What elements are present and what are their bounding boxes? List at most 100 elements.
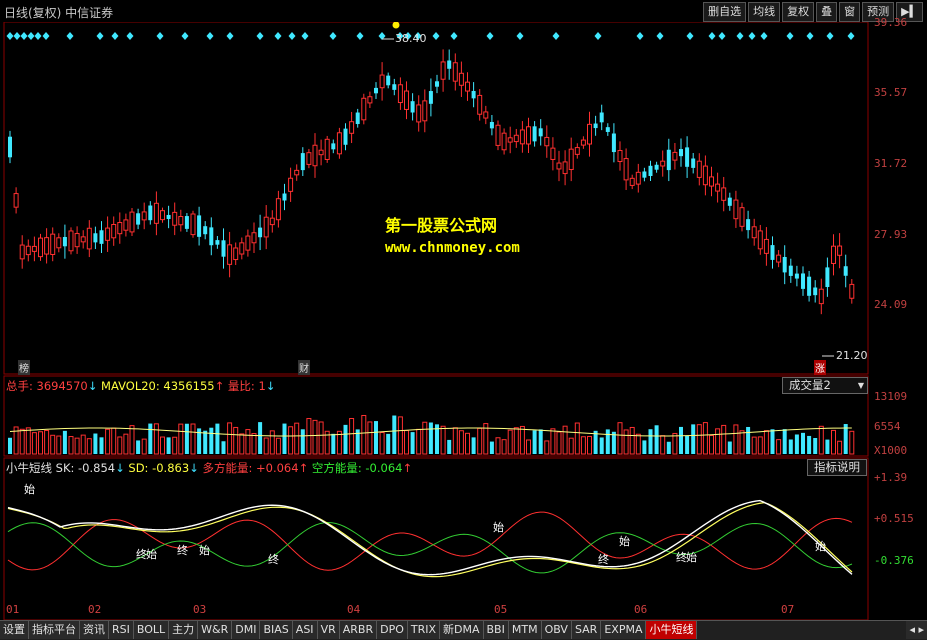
tab-arbr[interactable]: ARBR bbox=[339, 621, 378, 639]
tab-dpo[interactable]: DPO bbox=[377, 621, 408, 639]
volume-bar bbox=[629, 426, 635, 455]
long-energy-label: 多方能量: bbox=[202, 461, 256, 475]
volume-bar bbox=[623, 429, 629, 455]
tab-dmi[interactable]: DMI bbox=[232, 621, 261, 639]
window-button[interactable]: 窗 bbox=[839, 2, 861, 22]
candle-body bbox=[550, 147, 556, 160]
overlay-button[interactable]: 叠 bbox=[816, 2, 838, 22]
candle-body bbox=[397, 84, 403, 104]
volume-bar bbox=[679, 426, 683, 454]
signal-start-label: 始 bbox=[686, 551, 697, 564]
tab-boll[interactable]: BOLL bbox=[133, 621, 170, 639]
candle-body bbox=[818, 288, 824, 305]
candle-body bbox=[227, 244, 233, 265]
volume-bar bbox=[123, 433, 129, 455]
volume-bar bbox=[495, 437, 501, 455]
signal-diamond bbox=[594, 32, 602, 40]
volume-ratio-label: 量比: bbox=[227, 379, 259, 393]
volume-bar bbox=[275, 437, 281, 455]
volume-indicator-select[interactable]: 成交量2 ▼ bbox=[782, 377, 868, 394]
tab-rsi[interactable]: RSI bbox=[109, 621, 134, 639]
low-price-label: 21.20 bbox=[836, 349, 868, 362]
volume-bar bbox=[501, 439, 507, 455]
volume-bar bbox=[392, 415, 397, 454]
candle-body bbox=[733, 199, 739, 220]
signal-diamond bbox=[156, 32, 164, 40]
tab-trix[interactable]: TRIX bbox=[407, 621, 441, 639]
tab-xiaoniu-short[interactable]: 小牛短线 bbox=[646, 621, 698, 639]
candle-body bbox=[440, 61, 446, 80]
stock-chart-canvas[interactable] bbox=[0, 22, 927, 620]
tab-bbi[interactable]: BBI bbox=[483, 621, 509, 639]
volume-bar bbox=[801, 432, 805, 454]
volume-bar bbox=[599, 437, 604, 454]
volume-bar bbox=[696, 424, 702, 455]
volume-bar bbox=[416, 428, 422, 455]
total-volume-label: 总手: bbox=[6, 379, 37, 393]
high-point-dot bbox=[392, 22, 400, 29]
candle-body bbox=[386, 75, 391, 86]
tab-main-force[interactable]: 主力 bbox=[169, 621, 199, 639]
candle-body bbox=[794, 273, 799, 279]
tab-bias[interactable]: BIAS bbox=[260, 621, 293, 639]
candle-body bbox=[495, 124, 501, 146]
candle-body bbox=[483, 111, 489, 119]
signal-diamond bbox=[6, 32, 14, 40]
candle-body bbox=[233, 247, 239, 261]
tab-obv[interactable]: OBV bbox=[541, 621, 572, 639]
candle-body bbox=[501, 132, 507, 151]
candle-body bbox=[336, 132, 342, 155]
volume-bar bbox=[721, 424, 727, 455]
volume-bar bbox=[258, 422, 263, 454]
signal-diamond bbox=[274, 32, 282, 40]
tab-mtm[interactable]: MTM bbox=[508, 621, 542, 639]
tab-settings[interactable]: 设置 bbox=[0, 621, 29, 639]
volume-bar bbox=[68, 436, 74, 455]
candle-body bbox=[19, 244, 25, 260]
volume-bar bbox=[452, 427, 458, 455]
candle-body bbox=[672, 151, 678, 161]
moving-average-button[interactable]: 均线 bbox=[748, 2, 781, 22]
event-marker-rank[interactable]: 榜 bbox=[18, 360, 30, 375]
event-marker-limit-up[interactable]: 涨 bbox=[814, 360, 826, 375]
volume-bar bbox=[312, 419, 318, 455]
candle-body bbox=[519, 129, 525, 145]
volume-bar bbox=[642, 440, 647, 454]
candle-body bbox=[136, 213, 141, 225]
adjust-price-button[interactable]: 复权 bbox=[782, 2, 815, 22]
chart-title: 日线(复权) 中信证券 bbox=[4, 6, 114, 20]
candle-body bbox=[447, 60, 452, 69]
tab-vr[interactable]: VR bbox=[317, 621, 340, 639]
mavol-value: 4356155 bbox=[163, 379, 215, 393]
volume-bar bbox=[86, 438, 92, 455]
tab-wr[interactable]: W&R bbox=[198, 621, 233, 639]
volume-bar bbox=[574, 422, 580, 455]
volume-bar bbox=[691, 424, 696, 454]
tab-expma[interactable]: EXPMA bbox=[601, 621, 647, 639]
volume-bar bbox=[440, 425, 446, 455]
candle-body bbox=[629, 177, 635, 186]
signal-diamond bbox=[111, 32, 119, 40]
candle-body bbox=[141, 211, 147, 221]
candle-body bbox=[111, 224, 117, 239]
tab-news[interactable]: 资讯 bbox=[80, 621, 109, 639]
candle-body bbox=[691, 158, 696, 168]
tab-sar[interactable]: SAR bbox=[571, 621, 602, 639]
indicator-help-button[interactable]: 指标说明 bbox=[807, 459, 867, 476]
volume-bar bbox=[361, 414, 367, 455]
candle-body bbox=[269, 217, 275, 226]
tab-scroll-arrows-icon[interactable]: ◂ ▸ bbox=[906, 621, 927, 639]
candle-body bbox=[757, 230, 763, 250]
tab-indicator-platform[interactable]: 指标平台 bbox=[29, 621, 80, 639]
tab-asi[interactable]: ASI bbox=[292, 621, 318, 639]
candle-body bbox=[44, 237, 50, 255]
signal-start-label: 始 bbox=[24, 483, 35, 496]
event-marker-finance[interactable]: 财 bbox=[298, 360, 310, 375]
signal-diamond bbox=[636, 32, 644, 40]
remove-favorite-button[interactable]: 删自选 bbox=[703, 2, 747, 22]
volume-bar bbox=[843, 424, 848, 454]
signal-diamond bbox=[356, 32, 364, 40]
signal-start-label: 始 bbox=[146, 548, 157, 561]
tab-new-dma[interactable]: 新DMA bbox=[440, 621, 484, 639]
volume-bar bbox=[19, 428, 25, 455]
